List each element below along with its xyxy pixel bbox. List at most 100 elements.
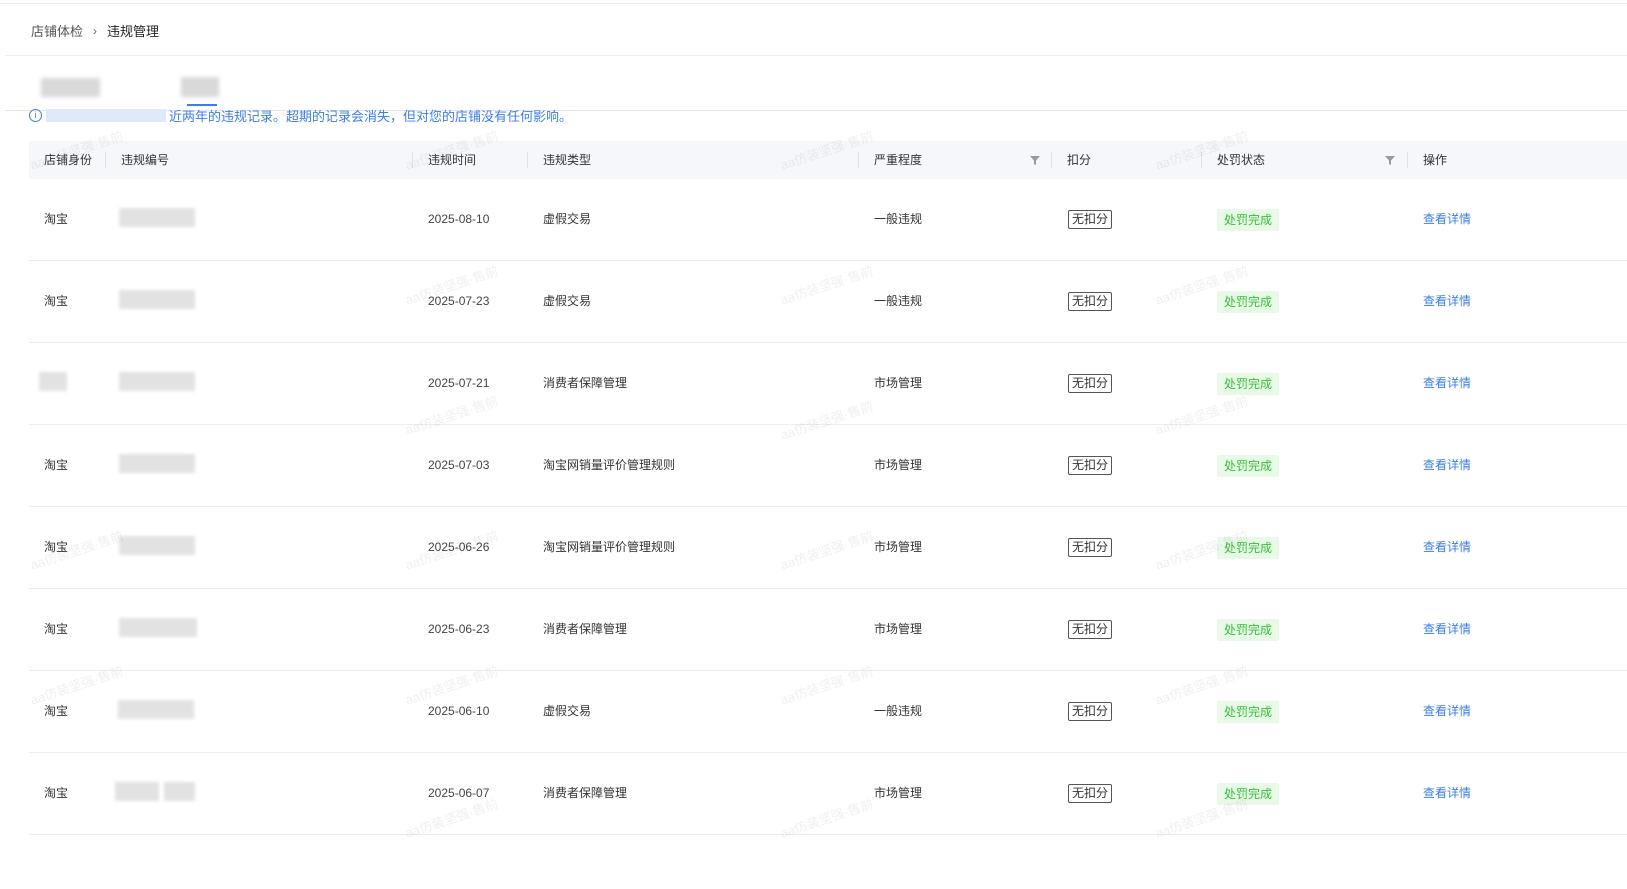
notice-text: 近两年的违规记录。超期的记录会消失，但对您的店铺没有任何影响。 [169,109,573,124]
cell-time: 2025-07-21 [428,376,490,390]
cell-identity: 淘宝 [44,458,69,472]
cell-severity: 市场管理 [874,622,923,636]
view-details-link[interactable]: 查看详情 [1423,753,1471,834]
cell-severity: 市场管理 [874,786,923,800]
cell-id-redacted [119,618,197,637]
deduct-badge: 无扣分 [1068,374,1113,393]
violation-table: 店铺身份 违规编号 违规时间 违规类型 严重程度 扣分 处罚状态 操作 淘宝 2… [29,141,1627,835]
tab-redacted-1[interactable] [41,78,100,97]
cell-time: 2025-06-26 [428,540,490,554]
cell-type: 消费者保障管理 [543,376,628,390]
header-divider [1051,152,1052,168]
deduct-badge: 无扣分 [1068,784,1113,803]
view-details-link[interactable]: 查看详情 [1423,261,1471,342]
view-details-link[interactable]: 查看详情 [1423,589,1471,670]
status-badge: 处罚完成 [1217,291,1280,313]
cell-time: 2025-07-03 [428,458,490,472]
cell-type: 淘宝网销量评价管理规则 [543,458,676,472]
table-row: 淘宝 2025-07-03 淘宝网销量评价管理规则 市场管理 无扣分 处罚完成 … [29,425,1627,507]
header-divider [527,152,528,168]
deduct-badge: 无扣分 [1068,210,1113,229]
cell-identity: 淘宝 [44,622,69,636]
cell-type: 消费者保障管理 [543,622,628,636]
view-details-link[interactable]: 查看详情 [1423,425,1471,506]
top-border [0,3,1627,4]
deduct-badge: 无扣分 [1068,538,1113,557]
breadcrumb-divider [5,55,1627,56]
header-type: 违规类型 [543,153,592,167]
cell-id-redacted [164,782,195,801]
cell-id-redacted [119,536,195,555]
header-identity: 店铺身份 [44,153,93,167]
cell-identity: 淘宝 [44,212,69,226]
cell-id-redacted [118,700,194,719]
cell-severity: 市场管理 [874,458,923,472]
status-badge: 处罚完成 [1217,537,1280,559]
header-severity: 严重程度 [874,153,923,167]
cell-id-redacted [115,782,159,801]
table-row: 淘宝 2025-06-26 淘宝网销量评价管理规则 市场管理 无扣分 处罚完成 … [29,507,1627,589]
cell-id-redacted [119,208,195,227]
cell-severity: 市场管理 [874,540,923,554]
deduct-badge: 无扣分 [1068,456,1113,475]
cell-time: 2025-06-10 [428,704,490,718]
view-details-link[interactable]: 查看详情 [1423,179,1471,260]
header-action: 操作 [1423,153,1448,167]
deduct-badge: 无扣分 [1068,702,1113,721]
breadcrumb-item-store-check[interactable]: 店铺体检 [31,21,83,40]
breadcrumb-item-current: 违规管理 [107,24,160,39]
cell-severity: 市场管理 [874,376,923,390]
table-row: 淘宝 2025-06-23 消费者保障管理 市场管理 无扣分 处罚完成 查看详情 [29,589,1627,671]
table-row: 淘宝 2025-06-07 消费者保障管理 市场管理 无扣分 处罚完成 查看详情 [29,753,1627,835]
cell-identity: 淘宝 [44,294,69,308]
table-header: 店铺身份 违规编号 违规时间 违规类型 严重程度 扣分 处罚状态 操作 [29,141,1627,179]
cell-time: 2025-07-23 [428,294,490,308]
cell-id-redacted [119,454,195,473]
notice-redacted [46,109,166,122]
cell-type: 虚假交易 [543,212,592,226]
header-deduct: 扣分 [1067,153,1092,167]
table-row: 淘宝 2025-07-23 虚假交易 一般违规 无扣分 处罚完成 查看详情 [29,261,1627,343]
cell-identity: 淘宝 [44,704,69,718]
notice-bar: i 近两年的违规记录。超期的记录会消失，但对您的店铺没有任何影响。 [29,106,572,125]
header-divider [412,152,413,168]
cell-type: 虚假交易 [543,294,592,308]
header-divider [1407,152,1408,168]
status-filter-icon[interactable] [1385,156,1395,165]
view-details-link[interactable]: 查看详情 [1423,671,1471,752]
header-divider [1201,152,1202,168]
status-badge: 处罚完成 [1217,209,1280,231]
cell-severity: 一般违规 [874,294,923,308]
cell-severity: 一般违规 [874,212,923,226]
cell-type: 虚假交易 [543,704,592,718]
cell-time: 2025-06-07 [428,786,490,800]
cell-identity: 淘宝 [44,786,69,800]
breadcrumb: 店铺体检 › 违规管理 [31,21,159,40]
header-id: 违规编号 [121,153,170,167]
deduct-badge: 无扣分 [1068,292,1113,311]
view-details-link[interactable]: 查看详情 [1423,343,1471,424]
cell-identity-redacted [39,372,67,391]
cell-type: 淘宝网销量评价管理规则 [543,540,676,554]
tab-redacted-2[interactable] [181,77,219,97]
cell-identity: 淘宝 [44,540,69,554]
deduct-badge: 无扣分 [1068,620,1113,639]
header-time: 违规时间 [428,153,477,167]
cell-time: 2025-08-10 [428,212,490,226]
cell-time: 2025-06-23 [428,622,490,636]
status-badge: 处罚完成 [1217,701,1280,723]
table-row: 淘宝 2025-06-10 虚假交易 一般违规 无扣分 处罚完成 查看详情 [29,671,1627,753]
table-row: 淘宝 2025-08-10 虚假交易 一般违规 无扣分 处罚完成 查看详情 [29,179,1627,261]
chevron-right-icon: › [93,23,98,38]
status-badge: 处罚完成 [1217,619,1280,641]
header-divider [105,152,106,168]
table-row: 2025-07-21 消费者保障管理 市场管理 无扣分 处罚完成 查看详情 [29,343,1627,425]
status-badge: 处罚完成 [1217,783,1280,805]
header-status: 处罚状态 [1217,153,1266,167]
status-badge: 处罚完成 [1217,455,1280,477]
cell-type: 消费者保障管理 [543,786,628,800]
severity-filter-icon[interactable] [1030,156,1040,165]
view-details-link[interactable]: 查看详情 [1423,507,1471,588]
header-divider [858,152,859,168]
cell-severity: 一般违规 [874,704,923,718]
